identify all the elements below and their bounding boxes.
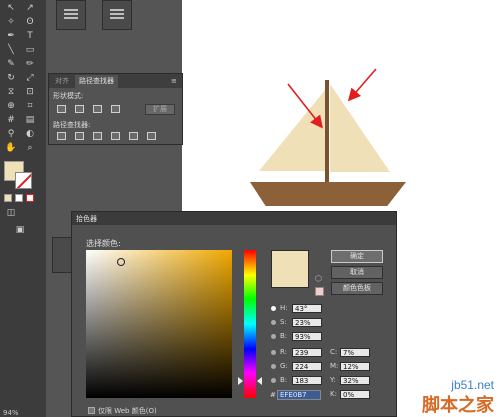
dialog-title-bar[interactable]: 拾色器 xyxy=(72,212,396,225)
blue-field[interactable]: 183 xyxy=(292,376,322,385)
red-label: R: xyxy=(280,348,288,356)
hex-field[interactable]: EFE0B7 xyxy=(277,390,321,400)
color-swatches-button[interactable]: 颜色色板 xyxy=(331,282,383,295)
green-label: G: xyxy=(280,362,288,370)
black-field[interactable]: 0% xyxy=(340,390,370,399)
blue-label: B: xyxy=(280,376,288,384)
yellow-field[interactable]: 32% xyxy=(340,376,370,385)
cyan-label: C: xyxy=(330,348,338,356)
yellow-label: Y: xyxy=(330,376,336,384)
hue-slider[interactable] xyxy=(244,250,256,398)
hue-field[interactable]: 43° xyxy=(292,304,322,313)
saturation-radio[interactable] xyxy=(271,320,276,325)
color-picker-dialog: 拾色器 选择颜色: ⬡ 确定 取消 颜色色板 H: 43° S: 23% B: … xyxy=(71,211,397,417)
watermark-name: 脚本之家 xyxy=(422,395,494,416)
hue-label: H: xyxy=(280,304,288,312)
green-radio[interactable] xyxy=(271,364,276,369)
magenta-label: M: xyxy=(330,362,339,370)
saturation-brightness-field[interactable] xyxy=(86,250,232,398)
web-colors-only-label: 仅限 Web 颜色(O) xyxy=(98,407,157,415)
blue-radio[interactable] xyxy=(271,378,276,383)
dialog-title: 拾色器 xyxy=(76,215,97,223)
red-radio[interactable] xyxy=(271,350,276,355)
green-field[interactable]: 224 xyxy=(292,362,322,371)
cyan-field[interactable]: 7% xyxy=(340,348,370,357)
hue-radio[interactable] xyxy=(271,306,276,311)
arrow-to-left-sail xyxy=(287,83,323,129)
saturation-field[interactable]: 23% xyxy=(292,318,322,327)
brightness-radio[interactable] xyxy=(271,334,276,339)
arrow-to-right-sail xyxy=(347,68,377,102)
black-label: K: xyxy=(330,390,337,398)
web-colors-only-checkbox[interactable] xyxy=(88,407,95,414)
partially-hidden-panel xyxy=(52,237,72,273)
saturation-label: S: xyxy=(280,318,287,326)
cancel-button[interactable]: 取消 xyxy=(331,266,383,279)
brightness-field[interactable]: 93% xyxy=(292,332,322,341)
web-safe-color-swatch[interactable] xyxy=(315,287,324,296)
out-of-gamut-cube-icon[interactable]: ⬡ xyxy=(315,275,323,283)
hue-slider-right-arrow-icon[interactable] xyxy=(257,377,262,385)
brightness-label: B: xyxy=(280,332,288,340)
watermark: jb51.net 脚本之家 xyxy=(395,374,500,417)
red-field[interactable]: 239 xyxy=(292,348,322,357)
select-color-label: 选择颜色: xyxy=(86,239,121,248)
new-color-preview xyxy=(271,250,309,288)
hex-prefix-label: # xyxy=(270,391,276,399)
watermark-url: jb51.net xyxy=(451,378,494,392)
color-cursor-icon[interactable] xyxy=(117,258,125,266)
ok-button[interactable]: 确定 xyxy=(331,250,383,263)
magenta-field[interactable]: 12% xyxy=(340,362,370,371)
hue-slider-left-arrow-icon[interactable] xyxy=(238,377,243,385)
